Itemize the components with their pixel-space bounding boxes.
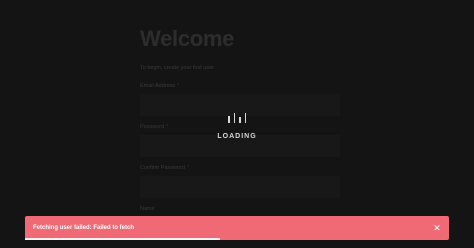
loading-overlay: LOADING [0, 110, 474, 140]
toast-progress-bar [25, 238, 221, 240]
page-subtitle: To begin, create your first user. [140, 65, 216, 71]
required-mark: * [186, 165, 190, 171]
create-first-user-form: Welcome To begin, create your first user… [140, 26, 340, 239]
name-label: Name [140, 206, 155, 212]
email-label: Email Address * [140, 83, 180, 89]
confirm-password-field-group: Confirm Password * [140, 164, 340, 198]
close-icon[interactable]: ✕ [431, 222, 443, 234]
loading-text: LOADING [217, 133, 257, 140]
page: Welcome To begin, create your first user… [0, 0, 474, 248]
page-title: Welcome [140, 26, 235, 51]
error-toast: Fetching user failed: Failed to fetch ✕ [25, 216, 449, 240]
confirm-password-label: Confirm Password * [140, 165, 190, 171]
toast-message: Fetching user failed: Failed to fetch [33, 225, 135, 231]
confirm-password-field[interactable] [140, 176, 340, 198]
loading-bars-icon [228, 113, 246, 123]
required-mark: * [177, 83, 180, 89]
